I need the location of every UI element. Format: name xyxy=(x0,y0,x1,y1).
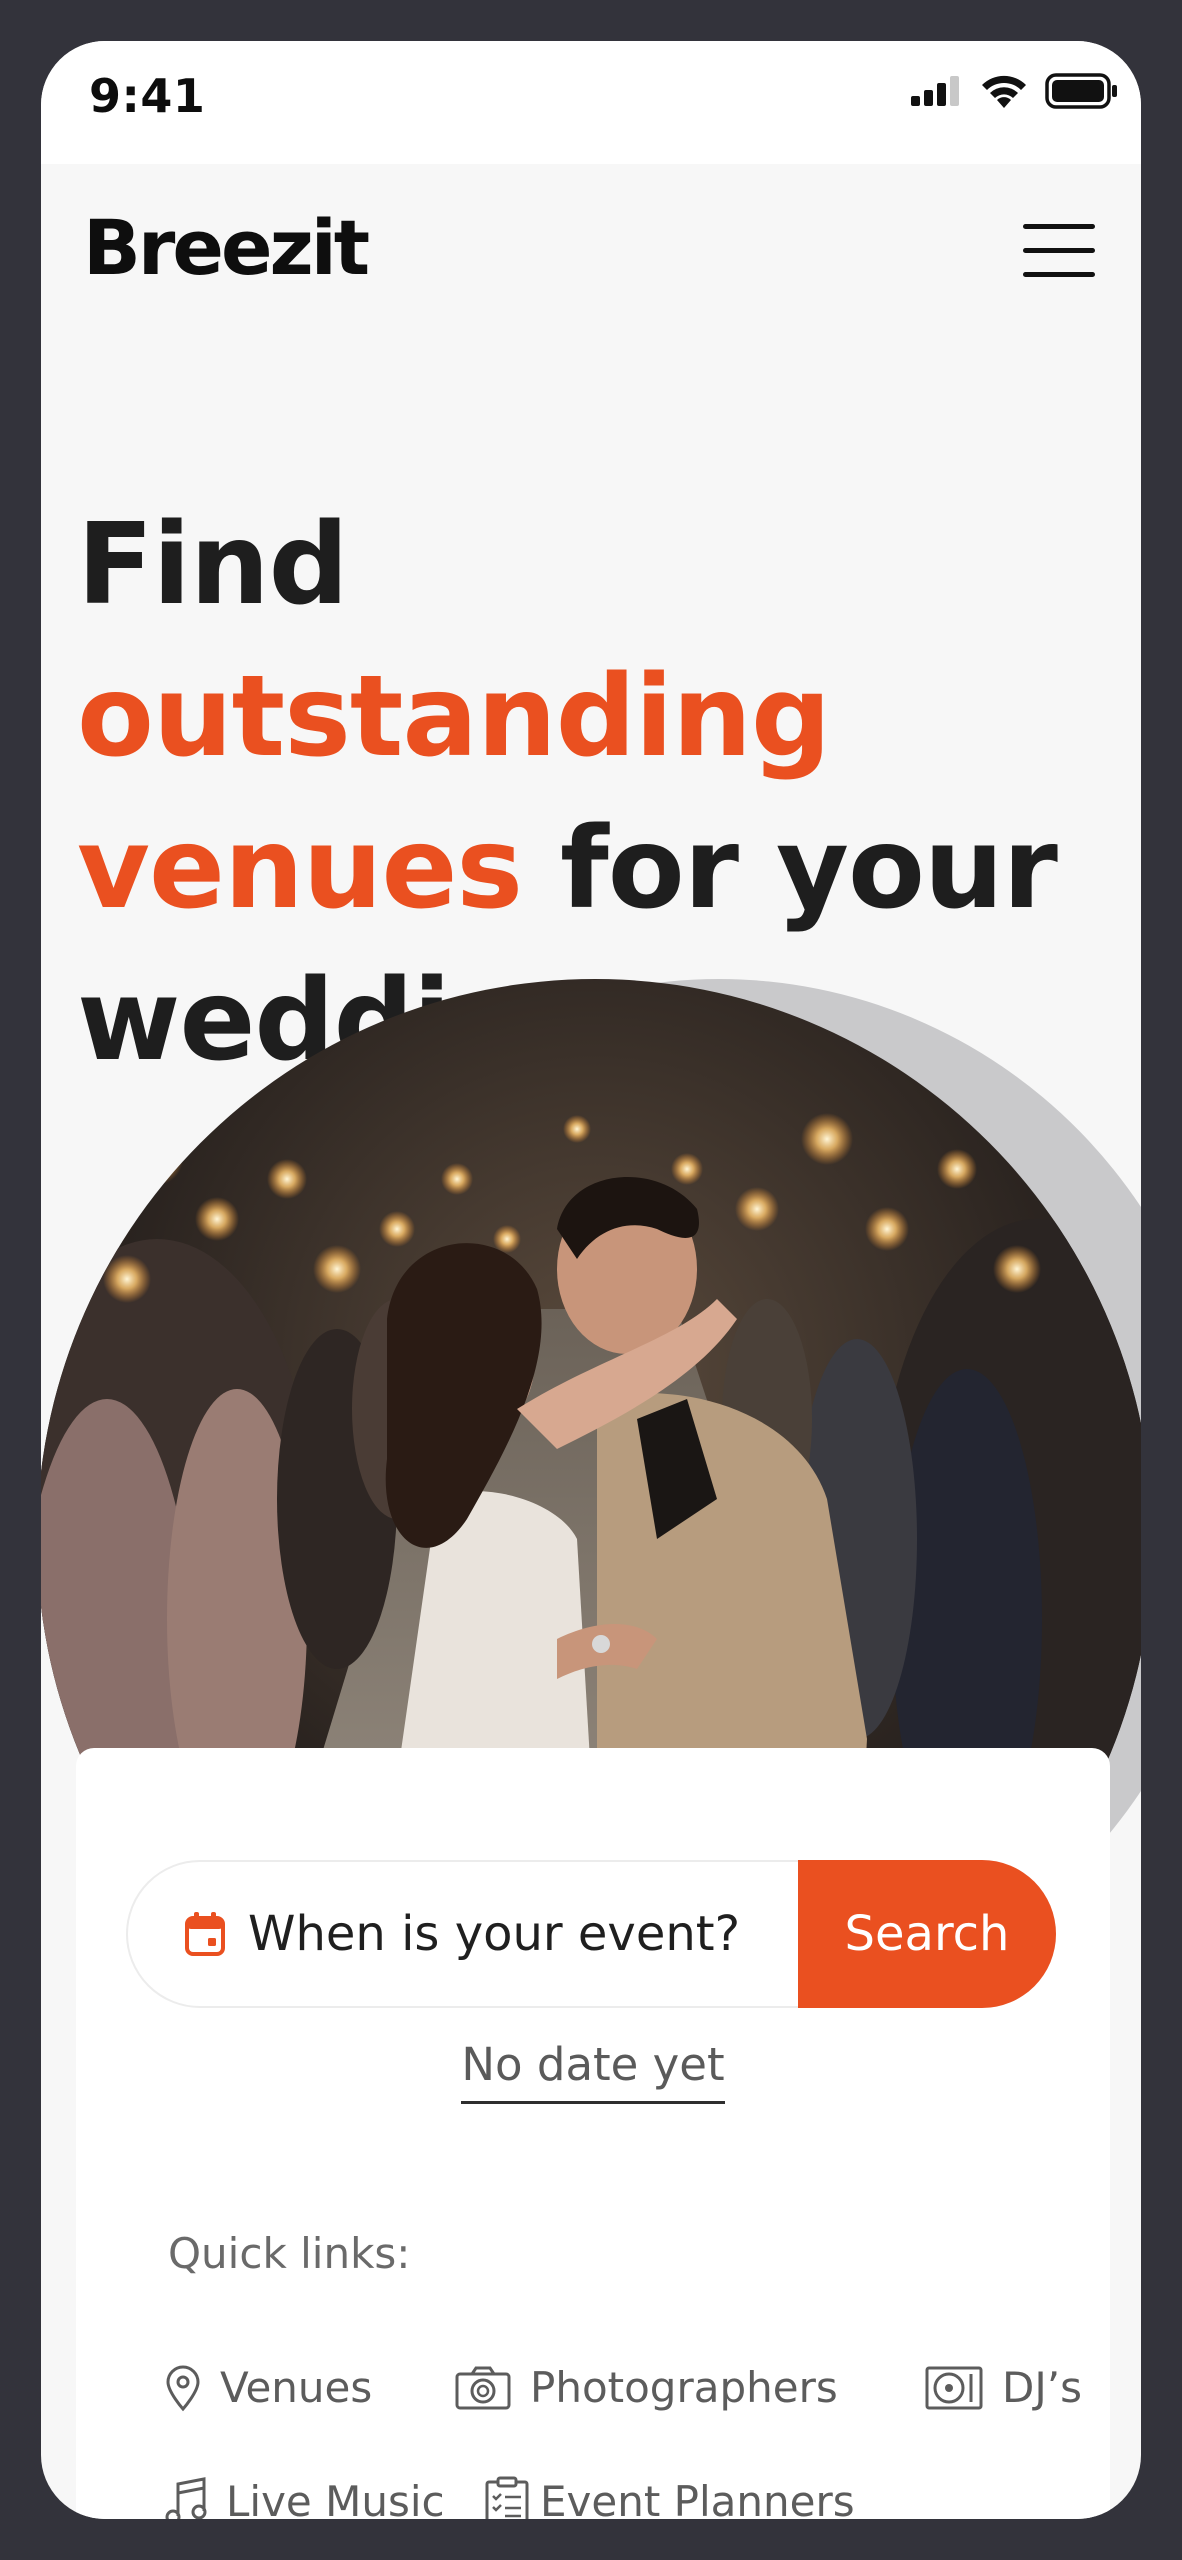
quick-link-djs[interactable]: DJ’s xyxy=(924,2363,1082,2412)
camera-icon xyxy=(454,2365,512,2411)
battery-icon xyxy=(1045,73,1117,109)
quick-links-title: Quick links: xyxy=(168,2229,411,2278)
quick-link-label: Event Planners xyxy=(540,2476,855,2520)
quick-link-live-music[interactable]: Live Music xyxy=(164,2476,445,2519)
quick-link-photographers[interactable]: Photographers xyxy=(454,2363,838,2412)
signal-icon xyxy=(911,76,959,106)
hero-accent-text: venues xyxy=(77,804,523,934)
hamburger-menu-icon[interactable] xyxy=(1023,224,1095,278)
no-date-row: No date yet xyxy=(76,2038,1110,2104)
turntable-icon xyxy=(924,2365,984,2411)
hero-text: Find xyxy=(77,500,349,630)
search-button[interactable]: Search xyxy=(798,1860,1056,2008)
hero-accent-text: outstanding xyxy=(77,652,831,782)
search-card: When is your event? Search No date yet Q… xyxy=(76,1748,1110,2519)
brand-logo[interactable]: Breezit xyxy=(83,203,370,292)
status-icons xyxy=(911,73,1119,109)
wifi-icon xyxy=(982,75,1026,108)
quick-link-label: DJ’s xyxy=(1002,2363,1082,2412)
hero-text: for your xyxy=(522,804,1058,934)
status-time: 9:41 xyxy=(89,69,206,123)
event-date-field[interactable]: When is your event? xyxy=(184,1862,740,2006)
calendar-icon xyxy=(185,1912,225,1956)
quick-link-label: Photographers xyxy=(530,2363,838,2412)
no-date-yet-link[interactable]: No date yet xyxy=(461,2038,725,2104)
quick-link-venues[interactable]: Venues xyxy=(164,2363,372,2412)
status-bar: 9:41 xyxy=(41,41,1141,164)
phone-screen: 9:41 Breezit Find outstanding venues for… xyxy=(41,41,1141,2519)
music-note-icon xyxy=(164,2476,208,2519)
clipboard-icon xyxy=(484,2476,530,2519)
quick-link-label: Venues xyxy=(220,2363,373,2412)
quick-link-label: Live Music xyxy=(226,2476,445,2520)
location-pin-icon xyxy=(164,2364,202,2412)
event-date-placeholder: When is your event? xyxy=(248,1906,741,1962)
quick-link-event-planners[interactable]: Event Planners xyxy=(484,2476,855,2519)
